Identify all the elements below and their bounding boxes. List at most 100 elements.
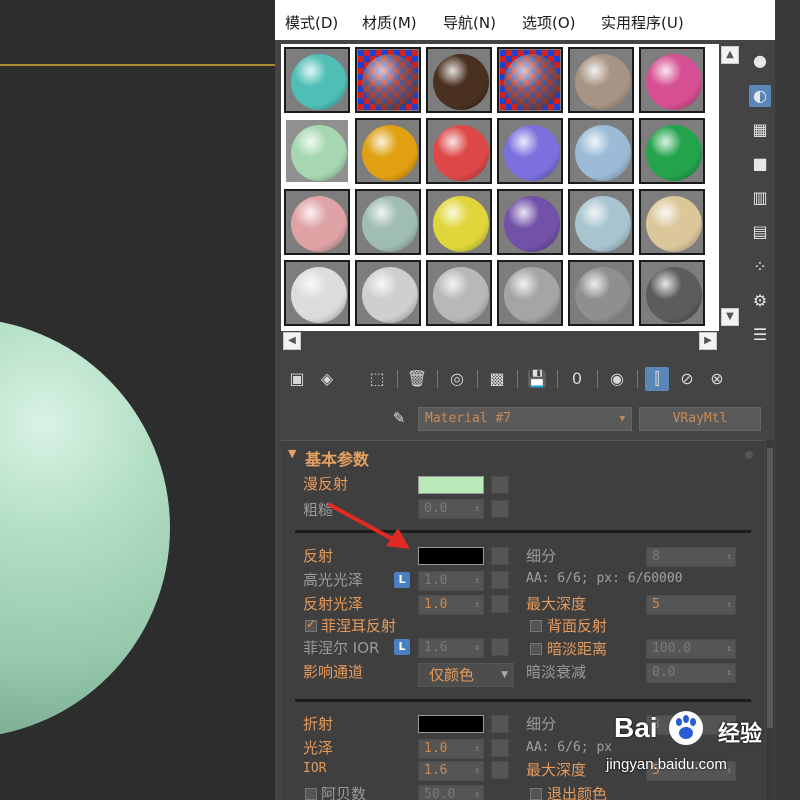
hilight-gloss-spinner[interactable]: 1.0 ⇕ xyxy=(418,571,484,591)
go-forward-sibling-icon[interactable]: ⊗ xyxy=(705,367,729,391)
refract-color-swatch[interactable] xyxy=(418,715,484,733)
refract-gloss-map-button[interactable] xyxy=(491,739,509,757)
menu-utilities[interactable]: 实用程序(U) xyxy=(601,12,684,33)
eyedropper-icon[interactable]: ✎ xyxy=(388,407,410,429)
lock-L-button[interactable]: L xyxy=(394,572,410,588)
abbe-checkbox[interactable] xyxy=(305,788,317,800)
fresnel-ior-map-button[interactable] xyxy=(491,638,509,656)
reflect-maxdepth-spinner[interactable]: 5 ⇕ xyxy=(646,595,736,615)
reflect-gloss-map-button[interactable] xyxy=(491,595,509,613)
menu-material[interactable]: 材质(M) xyxy=(362,12,417,33)
material-slot[interactable] xyxy=(355,260,421,326)
material-slot[interactable] xyxy=(639,118,705,184)
go-to-parent-icon[interactable]: ⊘ xyxy=(675,367,699,391)
affect-channels-label: 影响通道 xyxy=(303,663,364,681)
fresnel-ior-spinner[interactable]: 1.6 ⇕ xyxy=(418,638,484,658)
material-slot[interactable] xyxy=(284,118,350,184)
baidu-paw-icon xyxy=(669,711,703,745)
material-slot[interactable] xyxy=(497,118,563,184)
material-slot[interactable] xyxy=(497,260,563,326)
material-slot[interactable] xyxy=(426,47,492,113)
reflect-gloss-spinner[interactable]: 1.0 ⇕ xyxy=(418,595,484,615)
put-to-scene-icon[interactable]: ◈ xyxy=(315,367,339,391)
show-end-result-icon[interactable]: ⫿ xyxy=(645,367,669,391)
material-slot[interactable] xyxy=(284,189,350,255)
material-type-button[interactable]: VRayMtl xyxy=(639,407,761,431)
menu-options[interactable]: 选项(O) xyxy=(522,12,576,33)
dim-falloff-spinner[interactable]: 0.0 ⇕ xyxy=(646,663,736,683)
save-library-icon[interactable]: 💾 xyxy=(525,367,549,391)
show-in-viewport-icon[interactable]: ◉ xyxy=(605,367,629,391)
delete-icon[interactable]: 🗑 xyxy=(405,367,429,391)
rollout-collapse-icon[interactable]: ▼ xyxy=(288,447,296,460)
material-name-field[interactable]: Material #7 ▼ xyxy=(418,407,632,431)
background-checker-icon[interactable]: ▦ xyxy=(749,119,771,141)
slots-scroll-left-icon[interactable]: ◀ xyxy=(283,332,301,350)
reflect-color-swatch[interactable] xyxy=(418,547,484,565)
fresnel-lock-L-button[interactable]: L xyxy=(394,639,410,655)
abbe-spinner[interactable]: 50.0 ⇕ xyxy=(418,785,484,800)
material-id-channel-icon[interactable]: 0 xyxy=(565,367,589,391)
refract-map-button[interactable] xyxy=(491,715,509,733)
diffuse-map-button[interactable] xyxy=(491,476,509,494)
material-slot[interactable] xyxy=(426,118,492,184)
hilight-map-button[interactable] xyxy=(491,571,509,589)
toolbar-divider xyxy=(437,370,438,388)
dim-distance-checkbox[interactable] xyxy=(530,643,542,655)
material-slot[interactable] xyxy=(426,260,492,326)
material-slot[interactable] xyxy=(426,189,492,255)
sample-uv-icon[interactable]: ■ xyxy=(749,153,771,175)
material-slot[interactable] xyxy=(355,47,421,113)
material-ball xyxy=(646,196,702,252)
roughness-map-button[interactable] xyxy=(491,500,509,518)
menu-mode[interactable]: 模式(D) xyxy=(285,12,338,33)
material-slot[interactable] xyxy=(639,260,705,326)
rollout-dot xyxy=(745,451,753,459)
material-slot[interactable] xyxy=(568,118,634,184)
reflect-map-button[interactable] xyxy=(491,547,509,565)
roughness-spinner[interactable]: 0.0 ⇕ xyxy=(418,499,484,519)
material-slot[interactable] xyxy=(355,118,421,184)
material-slot[interactable] xyxy=(568,47,634,113)
fresnel-checkbox[interactable] xyxy=(305,617,317,632)
menu-navigation[interactable]: 导航(N) xyxy=(443,12,496,33)
material-slot[interactable] xyxy=(355,189,421,255)
material-ball xyxy=(504,125,560,181)
reflect-subdivs-spinner[interactable]: 8 ⇕ xyxy=(646,547,736,567)
material-slot[interactable] xyxy=(497,189,563,255)
material-slot[interactable] xyxy=(568,260,634,326)
material-slot[interactable] xyxy=(639,189,705,255)
material-slot[interactable] xyxy=(284,260,350,326)
assign-material-icon[interactable]: ⬚ xyxy=(365,367,389,391)
material-slot[interactable] xyxy=(568,189,634,255)
make-unique-icon[interactable]: ◎ xyxy=(445,367,469,391)
viewport[interactable] xyxy=(0,0,275,800)
select-by-material-icon[interactable]: ⚙ xyxy=(749,290,771,312)
refract-gloss-spinner[interactable]: 1.0 ⇕ xyxy=(418,739,484,759)
slots-scroll-up-icon[interactable]: ▲ xyxy=(721,46,739,64)
backside-checkbox[interactable] xyxy=(530,620,542,632)
options-icon[interactable]: ⁘ xyxy=(749,256,771,278)
video-color-check-icon[interactable]: ▥ xyxy=(749,187,771,209)
make-preview-icon[interactable]: ▤ xyxy=(749,221,771,243)
diffuse-color-swatch[interactable] xyxy=(418,476,484,494)
backlight-icon[interactable]: ◐ xyxy=(749,85,771,107)
slots-scroll-right-icon[interactable]: ▶ xyxy=(699,332,717,350)
rollout-title[interactable]: 基本参数 xyxy=(305,446,369,470)
put-to-library-icon[interactable]: ▩ xyxy=(485,367,509,391)
get-material-icon[interactable]: ▣ xyxy=(285,367,309,391)
material-slot[interactable] xyxy=(284,47,350,113)
toolbar-divider xyxy=(597,370,598,388)
ior-map-button[interactable] xyxy=(491,761,509,779)
abbe-label: 阿贝数 xyxy=(321,785,367,800)
slots-scroll-down-icon[interactable]: ▼ xyxy=(721,308,739,326)
affect-channels-dropdown[interactable]: 仅颜色 ▼ xyxy=(418,663,514,687)
ior-spinner[interactable]: 1.6 ⇕ xyxy=(418,761,484,781)
exit-color-checkbox[interactable] xyxy=(530,788,542,800)
dim-distance-spinner[interactable]: 100.0 ⇕ xyxy=(646,639,736,659)
scrollbar-thumb[interactable] xyxy=(767,448,773,728)
material-slot[interactable] xyxy=(497,47,563,113)
sphere-type-icon[interactable]: ● xyxy=(749,50,771,72)
material-slot[interactable] xyxy=(639,47,705,113)
material-navigator-icon[interactable]: ☰ xyxy=(749,324,771,346)
